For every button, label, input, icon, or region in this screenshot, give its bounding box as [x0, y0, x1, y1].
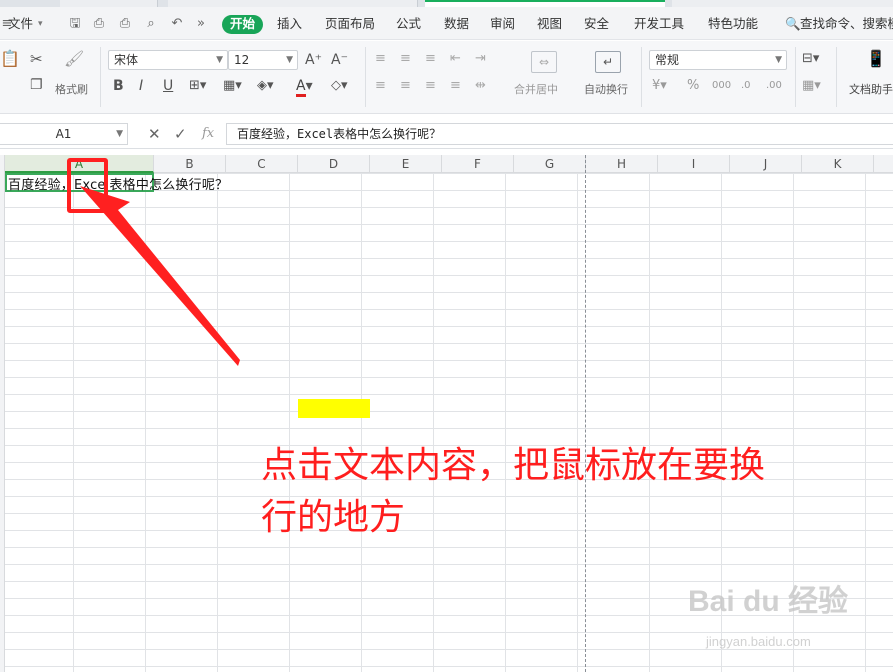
annotation-line-1: 点击文本内容，把鼠标放在要换 — [261, 445, 766, 486]
instruction-annotation: 点击文本内容，把鼠标放在要换 行的地方 — [261, 440, 881, 544]
arrow-shape — [80, 186, 240, 366]
baidu-watermark-url: jingyan.baidu.com — [706, 634, 811, 649]
baidu-watermark-logo: Bai du 经验 — [688, 585, 849, 618]
pointer-arrow — [80, 186, 240, 366]
annotation-line-2: 行的地方 — [261, 497, 406, 538]
